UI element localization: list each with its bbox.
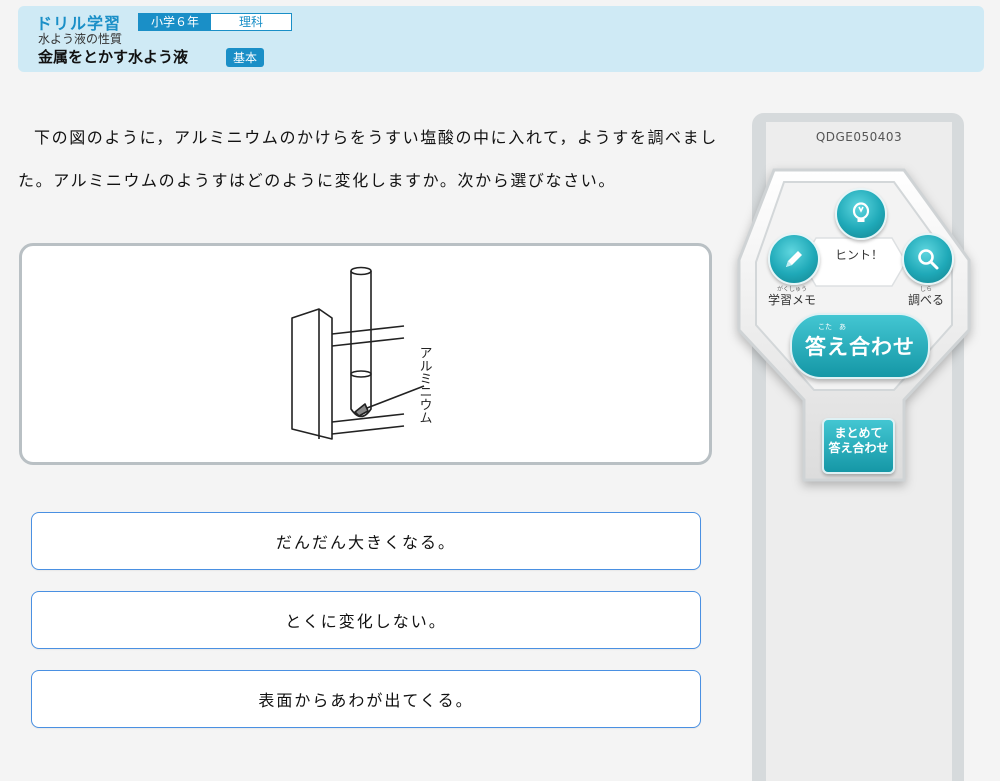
choice-option-2[interactable]: とくに変化しない。 xyxy=(31,591,701,649)
choice-option-1[interactable]: だんだん大きくなる。 xyxy=(31,512,701,570)
hint-button[interactable] xyxy=(835,188,887,240)
question-id: QDGE050403 xyxy=(815,130,903,144)
subject-label: 理科 xyxy=(211,14,292,30)
check-answer-ruby-text: こた あ xyxy=(818,323,846,331)
lookup-button[interactable] xyxy=(902,233,954,285)
check-all-answers-button[interactable]: まとめて 答え合わせ xyxy=(822,418,895,474)
study-memo-label: 学習メモ xyxy=(767,293,816,307)
magnifier-icon xyxy=(918,249,939,270)
hint-label: ヒント！ xyxy=(834,248,883,262)
header-bar: ドリル学習 小学６年 理科 水よう液の性質 金属をとかす水よう液 基本 xyxy=(18,6,984,72)
study-memo-button[interactable] xyxy=(768,233,820,285)
lookup-label: 調べる xyxy=(907,293,944,307)
unit-title: 水よう液の性質 xyxy=(38,32,123,46)
lesson-title: 金属をとかす水よう液 xyxy=(38,48,189,66)
grade-subject-tag: 小学６年 理科 xyxy=(138,13,293,31)
test-tube-illustration: アルミニウム xyxy=(291,266,432,440)
pencil-icon xyxy=(786,251,802,267)
question-text: 下の図のように，アルミニウムのかけらをうすい塩酸の中に入れて，ようすを調べました… xyxy=(18,128,718,190)
lightbulb-icon xyxy=(852,202,870,222)
choice-option-3[interactable]: 表面からあわが出てくる。 xyxy=(31,670,701,728)
check-all-line2: 答え合わせ xyxy=(828,441,889,455)
level-badge: 基本 xyxy=(226,48,265,67)
check-all-line1: まとめて xyxy=(834,426,883,440)
figure-panel: アルミニウム xyxy=(19,243,712,465)
aluminum-label: アルミニウム xyxy=(417,346,432,424)
grade-label: 小学６年 xyxy=(139,14,212,30)
check-answer-button[interactable]: 答え合わせ xyxy=(790,313,930,379)
